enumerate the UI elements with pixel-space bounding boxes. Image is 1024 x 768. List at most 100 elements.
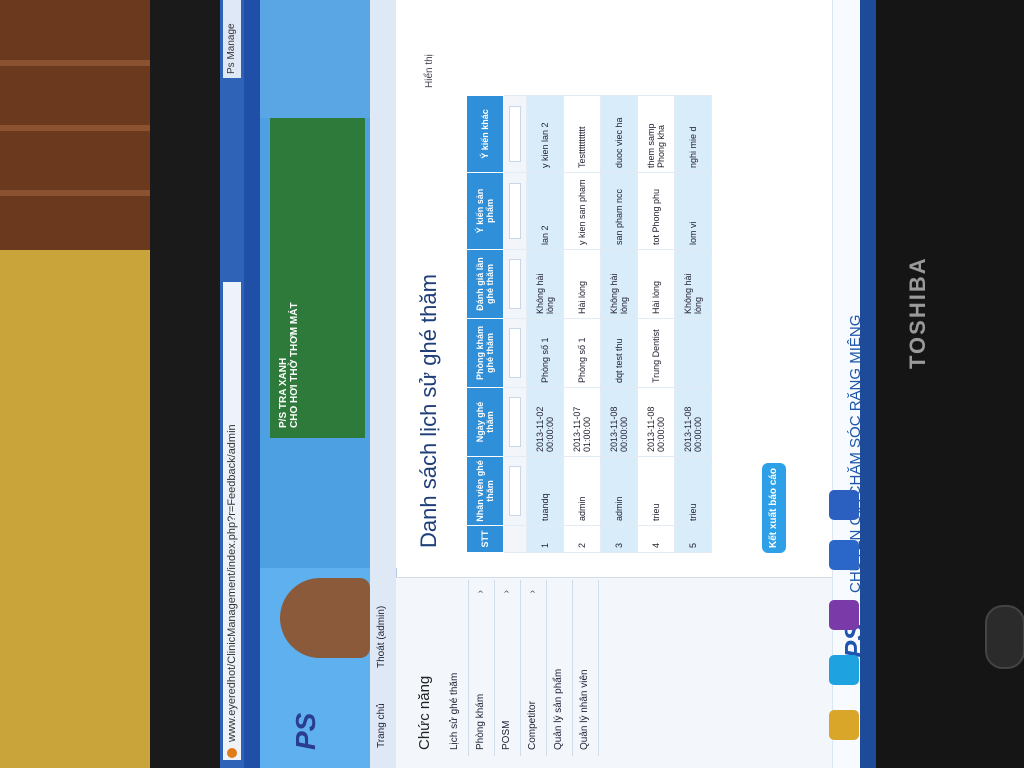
sidebar-item-posm[interactable]: POSM › bbox=[494, 580, 521, 756]
url-input[interactable]: www.eyeredhot/ClinicManagement/index.php… bbox=[223, 282, 241, 760]
cell: 3 bbox=[600, 525, 638, 553]
banner-right-panel bbox=[260, 0, 370, 118]
wooden-cabinet bbox=[0, 0, 150, 250]
sidebar-item-label: Lịch sử ghé thăm bbox=[449, 672, 460, 750]
col-header-clinic[interactable]: Phòng khám ghé thăm bbox=[466, 318, 504, 388]
col-header-staff[interactable]: Nhân viên ghé thăm bbox=[466, 456, 504, 526]
sidebar-item-competitor[interactable]: Competitor › bbox=[520, 580, 547, 756]
table-row[interactable]: 1 tuandq 2013-11-02 00:00:00 Phòng số 1 … bbox=[526, 95, 564, 553]
cell: trieu bbox=[674, 456, 712, 526]
page-icon bbox=[227, 748, 237, 758]
notes-app-icon[interactable] bbox=[829, 490, 859, 520]
cell: 1 bbox=[526, 525, 564, 553]
ps-logo: PS bbox=[290, 712, 321, 750]
table-row[interactable]: 5 trieu 2013-11-08 00:00:00 Không hài lò… bbox=[674, 95, 712, 553]
tab-title: Ps Manage bbox=[226, 23, 237, 74]
filter-input[interactable] bbox=[509, 466, 521, 516]
col-header-other-feedback[interactable]: Ý kiến khác bbox=[466, 95, 504, 173]
window-frame bbox=[244, 0, 260, 768]
visit-history-table: STT Nhân viên ghé thăm Ngày ghé thăm Phò… bbox=[466, 95, 712, 553]
cell: 2013-11-08 00:00:00 bbox=[637, 387, 675, 457]
sidebar-item-label: Phòng khám bbox=[475, 693, 486, 750]
cell: y kien san pham bbox=[563, 172, 601, 250]
site-banner: PS P/S TRA XANH CHO HƠI THỞ THƠM MÁT bbox=[260, 0, 370, 768]
cell: Không hài lòng bbox=[526, 249, 564, 319]
sidebar-item-label: Quản lý nhân viên bbox=[579, 669, 590, 750]
export-report-button[interactable]: Kết xuất báo cáo bbox=[762, 463, 786, 553]
url-text: www.eyeredhot/ClinicManagement/index.php… bbox=[226, 424, 238, 742]
cell: duoc viec ha bbox=[600, 95, 638, 173]
filter-input[interactable] bbox=[509, 105, 521, 163]
sidebar-item-history[interactable]: Lịch sử ghé thăm bbox=[442, 580, 469, 756]
sidebar: Chức năng Lịch sử ghé thăm Phòng khám › … bbox=[396, 577, 876, 768]
cell: tuandq bbox=[526, 456, 564, 526]
address-bar: www.eyeredhot/ClinicManagement/index.php… bbox=[220, 0, 244, 768]
power-button[interactable] bbox=[985, 605, 1024, 669]
sidebar-item-label: Competitor bbox=[527, 701, 538, 750]
cell: admin bbox=[563, 456, 601, 526]
sidebar-item-label: Quản lý sản phẩm bbox=[553, 668, 564, 750]
banner-subline: CHO HƠI THỞ THƠM MÁT bbox=[289, 302, 300, 428]
cell: them samp Phong kha bbox=[637, 95, 675, 173]
cell: Hài lòng bbox=[637, 249, 675, 319]
filter-input[interactable] bbox=[509, 328, 521, 378]
cell: Không hài lòng bbox=[674, 249, 712, 319]
chevron-right-icon: › bbox=[475, 590, 486, 594]
banner-person-image bbox=[280, 578, 370, 658]
cell: 4 bbox=[637, 525, 675, 553]
cell: 2013-11-02 00:00:00 bbox=[526, 387, 564, 457]
filter-row bbox=[503, 95, 527, 553]
feed-app-icon[interactable] bbox=[829, 600, 859, 630]
table-row[interactable]: 4 trieu 2013-11-08 00:00:00 Trung Dentis… bbox=[637, 95, 675, 553]
table-row[interactable]: 3 admin 2013-11-08 00:00:00 dqt test thu… bbox=[600, 95, 638, 553]
chevron-right-icon: › bbox=[527, 590, 538, 594]
cell: admin bbox=[600, 456, 638, 526]
col-header-rating[interactable]: Đánh giá lần ghé thăm bbox=[466, 249, 504, 319]
cell: nghi mie d bbox=[674, 95, 712, 173]
cell: 2013-11-07 01:00:00 bbox=[563, 387, 601, 457]
col-header-date[interactable]: Ngày ghé thăm bbox=[466, 387, 504, 457]
col-header-stt[interactable]: STT bbox=[466, 525, 504, 553]
cell: 2013-11-08 00:00:00 bbox=[674, 387, 712, 457]
main-content: Danh sách lịch sử ghé thăm Hiển thị STT … bbox=[396, 0, 876, 568]
cell: y kien lan 2 bbox=[526, 95, 564, 173]
nav-logout-link[interactable]: Thoát (admin) bbox=[376, 606, 387, 668]
page-title: Danh sách lịch sử ghé thăm bbox=[416, 274, 441, 548]
filter-input[interactable] bbox=[509, 397, 521, 447]
sidebar-item-clinic[interactable]: Phòng khám › bbox=[468, 580, 495, 756]
filter-input[interactable] bbox=[509, 259, 521, 309]
cell: tot Phong phu bbox=[637, 172, 675, 250]
cell: Phòng số 1 bbox=[526, 318, 564, 388]
browser-tab[interactable]: Ps Manage bbox=[223, 0, 241, 78]
cell: lan 2 bbox=[526, 172, 564, 250]
skype-app-icon[interactable] bbox=[829, 655, 859, 685]
folder-app-icon[interactable] bbox=[829, 710, 859, 740]
top-nav: Trang chủ Thoát (admin) bbox=[370, 0, 397, 768]
sidebar-item-staff[interactable]: Quản lý nhân viên bbox=[572, 580, 599, 756]
banner-headline: P/S TRA XANH bbox=[278, 357, 289, 428]
sidebar-item-products[interactable]: Quản lý sản phẩm bbox=[546, 580, 573, 756]
banner-left-panel: PS bbox=[260, 568, 370, 768]
word-app-icon[interactable] bbox=[829, 540, 859, 570]
cell: 5 bbox=[674, 525, 712, 553]
cell: Phòng số 1 bbox=[563, 318, 601, 388]
table-row[interactable]: 2 admin 2013-11-07 01:00:00 Phòng số 1 H… bbox=[563, 95, 601, 553]
cell: dqt test thu bbox=[600, 318, 638, 388]
col-header-product-feedback[interactable]: Ý kiến sản phẩm bbox=[466, 172, 504, 250]
cell: Testtttttttttt bbox=[563, 95, 601, 173]
cell: lom vi bbox=[674, 172, 712, 250]
cell: Trung Dentist bbox=[637, 318, 675, 388]
sidebar-title: Chức năng bbox=[416, 675, 433, 750]
cell: trieu bbox=[637, 456, 675, 526]
cell: Không hài lòng bbox=[600, 249, 638, 319]
cell: san pham ncc bbox=[600, 172, 638, 250]
monitor-brand-label: TOSHIBA bbox=[905, 256, 930, 370]
chevron-right-icon: › bbox=[501, 590, 512, 594]
filter-input[interactable] bbox=[509, 182, 521, 240]
cell: Hài lòng bbox=[563, 249, 601, 319]
cell bbox=[674, 318, 712, 388]
nav-home-link[interactable]: Trang chủ bbox=[376, 703, 387, 748]
display-hint: Hiển thị bbox=[424, 54, 435, 88]
sidebar-item-label: POSM bbox=[501, 720, 512, 750]
cell: 2 bbox=[563, 525, 601, 553]
